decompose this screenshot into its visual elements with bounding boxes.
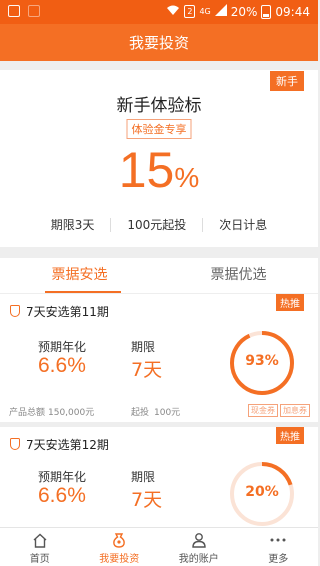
newbie-product-card[interactable]: 新手 新手体验标 体验金专享 15% 期限3天 100元起投 次日计息	[0, 70, 318, 247]
money-bag-icon	[80, 532, 160, 548]
nav-invest[interactable]: 我要投资	[80, 528, 160, 566]
nav-account[interactable]: 我的账户	[159, 528, 239, 566]
more-icon	[239, 532, 319, 548]
progress-label: 20%	[245, 484, 279, 500]
interest-coupon-chip: 加息券	[280, 404, 310, 417]
rate-value: 6.6%	[38, 484, 86, 507]
network-type: 4G	[199, 7, 211, 16]
nav-label: 首页	[29, 554, 50, 565]
nav-label: 更多	[268, 554, 289, 565]
signal-icon	[214, 4, 227, 19]
user-icon	[159, 532, 239, 548]
product-tag: 体验金专享	[126, 119, 192, 139]
term-interest-start: 次日计息	[219, 218, 268, 232]
rate-unit: %	[174, 162, 200, 193]
home-icon	[0, 532, 80, 548]
annual-rate: 15%	[0, 141, 318, 199]
term-label: 期限	[131, 470, 156, 484]
page-title: 我要投资	[128, 34, 189, 52]
rate-value: 15	[118, 142, 175, 198]
product-card[interactable]: 热推 7天安选第11期 预期年化 6.6% 期限 7天 产品总额 150,000…	[0, 294, 318, 422]
total-value: 150,000元	[48, 408, 95, 418]
wifi-icon	[166, 4, 180, 19]
product-tabs: 票据安选 票据优选	[0, 258, 318, 294]
hot-badge: 热推	[276, 427, 304, 444]
shield-icon	[10, 305, 20, 317]
nav-home[interactable]: 首页	[0, 528, 80, 566]
rate-label: 预期年化	[38, 340, 87, 354]
term-duration: 期限3天	[50, 218, 95, 232]
tab-piaoju-anxuan[interactable]: 票据安选	[0, 258, 159, 294]
term-minimum: 100元起投	[127, 218, 187, 232]
product-title: 新手体验标	[116, 96, 202, 116]
term-value: 7天	[131, 489, 163, 511]
nav-label: 我的账户	[178, 554, 219, 565]
product-terms: 期限3天 100元起投 次日计息	[0, 216, 318, 233]
product-name: 7天安选第11期	[26, 305, 109, 319]
nav-more[interactable]: 更多	[239, 528, 319, 566]
min-label: 起投	[131, 408, 150, 418]
term-value: 7天	[131, 359, 163, 381]
newbie-badge: 新手	[270, 71, 304, 91]
rate-label: 预期年化	[38, 470, 87, 484]
clock: 09:44	[275, 4, 310, 19]
notification-icon	[28, 5, 40, 17]
top-bar: 我要投资	[0, 24, 318, 61]
nav-label: 我要投资	[99, 554, 140, 565]
product-name: 7天安选第12期	[26, 438, 109, 452]
total-label: 产品总额	[9, 408, 46, 418]
battery-icon	[261, 4, 272, 19]
status-bar: 2 4G 20% 09:44	[0, 0, 318, 24]
min-value: 100元	[154, 408, 181, 418]
sim-indicator: 2	[184, 5, 196, 18]
tab-piaoju-youxuan[interactable]: 票据优选	[159, 258, 318, 294]
shield-icon	[10, 438, 20, 450]
hot-badge: 热推	[276, 294, 304, 311]
bottom-nav: 首页 我要投资 我的账户 更多	[0, 527, 318, 566]
image-icon	[8, 5, 20, 17]
progress-label: 93%	[245, 353, 279, 369]
product-card[interactable]: 热推 7天安选第12期 预期年化 6.6% 期限 7天 20%	[0, 427, 318, 527]
rate-value: 6.6%	[38, 354, 86, 377]
term-label: 期限	[131, 340, 156, 354]
cash-coupon-chip: 现金券	[248, 404, 278, 417]
battery-percent: 20%	[230, 4, 258, 19]
